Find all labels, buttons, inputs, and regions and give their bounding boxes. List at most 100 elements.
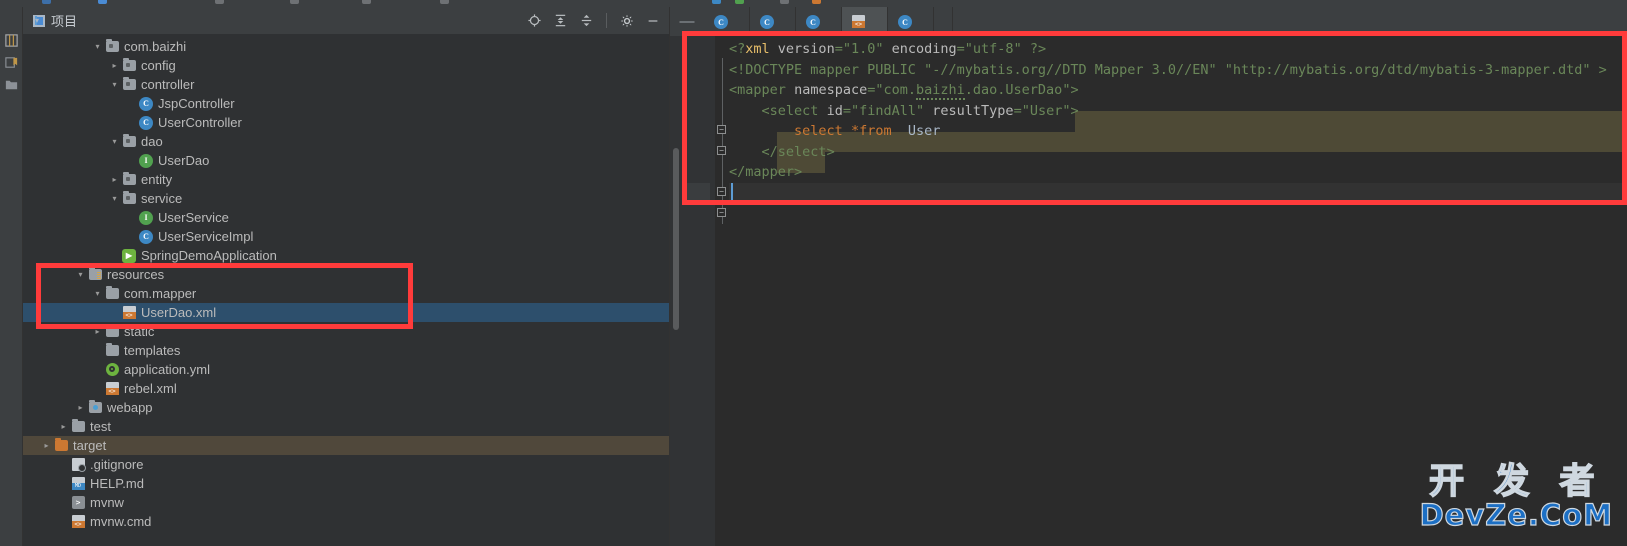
- hide-panel-button[interactable]: [643, 11, 663, 31]
- code-folding-gutter[interactable]: − − − −: [715, 36, 729, 546]
- code-line-2[interactable]: <!DOCTYPE mapper PUBLIC "-//mybatis.org/…: [729, 60, 1627, 81]
- xml-file-icon: [70, 515, 86, 528]
- fold-marker[interactable]: −: [717, 146, 726, 155]
- tree-item-label: templates: [124, 343, 181, 358]
- scrollbar-thumb[interactable]: [673, 148, 679, 330]
- tree-item-static[interactable]: static: [23, 322, 669, 341]
- editor-tab-userdao-xml[interactable]: [842, 7, 888, 36]
- code-line-7[interactable]: </mapper>: [729, 162, 1627, 183]
- chevron-down-icon[interactable]: [108, 80, 121, 89]
- tree-item-usercontroller[interactable]: C UserController: [23, 113, 669, 132]
- java-class-icon: C: [138, 115, 154, 130]
- editor-tab-dispatcherservlet-class[interactable]: C: [796, 7, 842, 36]
- editor-tab-requestmappinghandleradapter-class[interactable]: C: [750, 7, 796, 36]
- editor-tab-bar[interactable]: — C C C C: [670, 7, 1627, 36]
- code-line-8[interactable]: [729, 182, 1627, 203]
- chevron-down-icon[interactable]: [91, 289, 104, 298]
- toolbar-button-partial[interactable]: [812, 0, 821, 4]
- tree-item-entity[interactable]: entity: [23, 170, 669, 189]
- fold-marker[interactable]: −: [717, 187, 726, 196]
- chevron-right-icon[interactable]: [91, 327, 104, 336]
- tree-item-label: static: [124, 324, 155, 339]
- chevron-down-icon[interactable]: ▾: [35, 16, 39, 25]
- toolbar-button-partial[interactable]: [290, 0, 299, 4]
- collapse-all-button[interactable]: [576, 11, 596, 31]
- tree-item-test[interactable]: test: [23, 417, 669, 436]
- tree-item-help-md[interactable]: HELP.md: [23, 474, 669, 493]
- tree-item-label: rebel.xml: [124, 381, 177, 396]
- tree-item-label: mvnw.cmd: [90, 514, 152, 529]
- gear-icon[interactable]: [617, 11, 637, 31]
- package-folder-icon: [121, 172, 137, 185]
- editor-tab-usercontroller-java[interactable]: C: [704, 7, 750, 36]
- code-line-4[interactable]: <select id="findAll" resultType="User">: [729, 101, 1627, 122]
- tree-item-com-baizhi[interactable]: com.baizhi: [23, 37, 669, 56]
- chevron-down-icon[interactable]: [74, 270, 87, 279]
- fold-marker[interactable]: −: [717, 125, 726, 134]
- project-structure-icon[interactable]: [4, 33, 19, 48]
- tree-item-application-yml[interactable]: application.yml: [23, 360, 669, 379]
- chevron-down-icon[interactable]: [108, 137, 121, 146]
- editor-tab-m[interactable]: [934, 7, 953, 36]
- tree-item-webapp[interactable]: webapp: [23, 398, 669, 417]
- folder-icon: [104, 324, 120, 337]
- tree-item-userservice[interactable]: I UserService: [23, 208, 669, 227]
- toolbar-button-partial[interactable]: [780, 0, 789, 4]
- gitignore-file-icon: [70, 458, 86, 472]
- chevron-right-icon[interactable]: [74, 403, 87, 412]
- fold-marker[interactable]: −: [717, 208, 726, 217]
- chevron-right-icon[interactable]: [40, 441, 53, 450]
- tree-item-com-mapper[interactable]: com.mapper: [23, 284, 669, 303]
- folder-icon: [70, 419, 86, 432]
- tree-item-rebel-xml[interactable]: rebel.xml: [23, 379, 669, 398]
- chevron-right-icon[interactable]: [57, 422, 70, 431]
- tree-item-label: JspController: [158, 96, 235, 111]
- package-folder-icon: [121, 191, 137, 204]
- tree-item-label: service: [141, 191, 183, 206]
- tree-item-mvnw[interactable]: mvnw: [23, 493, 669, 512]
- tree-item-userserviceimpl[interactable]: C UserServiceImpl: [23, 227, 669, 246]
- tree-item-dao[interactable]: dao: [23, 132, 669, 151]
- tree-item-jspcontroller[interactable]: C JspController: [23, 94, 669, 113]
- toolbar-button-partial[interactable]: [98, 0, 107, 4]
- toolbar-button-partial[interactable]: [735, 0, 744, 4]
- left-tool-window-bar[interactable]: [0, 7, 23, 546]
- tree-item-mvnw-cmd[interactable]: mvnw.cmd: [23, 512, 669, 531]
- toolbar-button-partial[interactable]: [440, 0, 449, 4]
- package-folder-icon: [121, 134, 137, 147]
- tree-item-gitignore[interactable]: .gitignore: [23, 455, 669, 474]
- editor-tab-userserviceimpl-java[interactable]: C: [888, 7, 934, 36]
- folder-icon[interactable]: [4, 77, 19, 92]
- chevron-right-icon[interactable]: [108, 175, 121, 184]
- tab-list-dash: —: [679, 13, 695, 30]
- bookmarks-icon[interactable]: [4, 55, 19, 70]
- expand-all-button[interactable]: [550, 11, 570, 31]
- tree-item-target[interactable]: target: [23, 436, 669, 455]
- code-line-3[interactable]: <mapper namespace="com.baizhi.dao.UserDa…: [729, 80, 1627, 101]
- toolbar-button-partial[interactable]: [712, 0, 721, 4]
- project-tree[interactable]: com.baizhi config controller C JspController…: [23, 34, 669, 546]
- code-line-1[interactable]: <?xml version="1.0" encoding="utf-8" ?>: [729, 39, 1627, 60]
- watermark-cn: 开 发 者: [1428, 462, 1604, 502]
- locate-in-tree-button[interactable]: [524, 11, 544, 31]
- line-number: [682, 142, 710, 163]
- tree-item-controller[interactable]: controller: [23, 75, 669, 94]
- chevron-down-icon[interactable]: [91, 42, 104, 51]
- line-number: [682, 162, 710, 183]
- toolbar-button-partial[interactable]: [42, 0, 51, 4]
- tree-item-config[interactable]: config: [23, 56, 669, 75]
- folder-icon: [104, 343, 120, 356]
- chevron-right-icon[interactable]: [108, 61, 121, 70]
- tree-item-resources[interactable]: resources: [23, 265, 669, 284]
- tree-item-templates[interactable]: templates: [23, 341, 669, 360]
- toolbar-button-partial[interactable]: [362, 0, 371, 4]
- toolbar-button-partial[interactable]: [215, 0, 224, 4]
- tree-item-userdao[interactable]: I UserDao: [23, 151, 669, 170]
- chevron-down-icon[interactable]: [108, 194, 121, 203]
- code-line-6[interactable]: </select>: [729, 142, 1627, 163]
- tree-item-service[interactable]: service: [23, 189, 669, 208]
- tree-item-userdao-xml[interactable]: UserDao.xml: [23, 303, 669, 322]
- tree-item-label: target: [73, 438, 107, 453]
- tree-item-springdemoapplication[interactable]: ▶ SpringDemoApplication: [23, 246, 669, 265]
- code-line-5[interactable]: select *from User: [729, 121, 1627, 142]
